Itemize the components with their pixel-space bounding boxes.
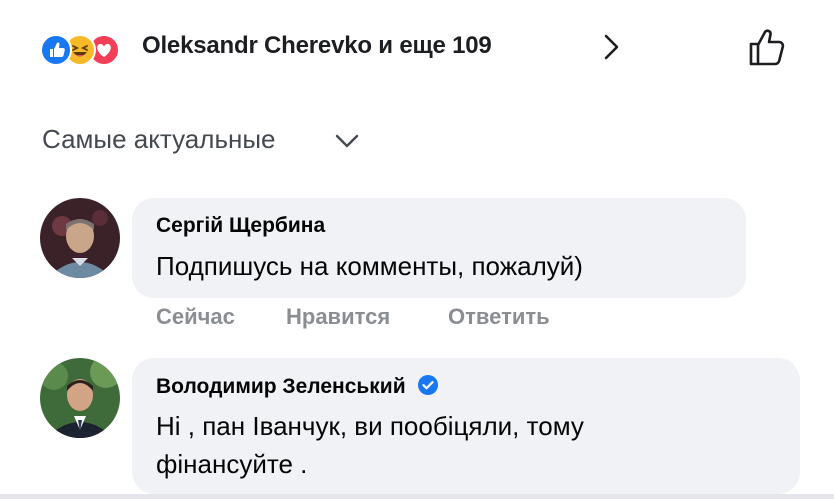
comment-author[interactable]: Сергій Щербина xyxy=(156,214,325,238)
chevron-right-icon[interactable] xyxy=(600,30,624,64)
avatar[interactable] xyxy=(40,198,120,278)
reply-link[interactable]: Ответить xyxy=(448,304,550,330)
divider xyxy=(0,494,834,499)
like-button[interactable] xyxy=(746,28,792,68)
comment-bubble: Сергій Щербина Подпишусь на комменты, по… xyxy=(132,198,746,298)
comment-author[interactable]: Володимир Зеленський xyxy=(156,375,406,398)
comment-1: Сергій Щербина Подпишусь на комменты, по… xyxy=(40,198,746,338)
reaction-icons xyxy=(40,34,136,66)
chevron-down-icon[interactable] xyxy=(334,132,360,152)
thumbs-up-icon xyxy=(749,29,785,66)
verified-badge-icon xyxy=(417,374,439,402)
reactions-summary[interactable]: Oleksandr Cherevko и еще 109 xyxy=(142,32,492,60)
comment-sort-dropdown[interactable]: Самые актуальные xyxy=(42,124,359,158)
avatar[interactable] xyxy=(40,358,120,438)
like-comment-link[interactable]: Нравится xyxy=(286,304,390,330)
comment-2: Володимир Зеленський Ні , пан Іванчук, в… xyxy=(40,358,800,494)
sort-label[interactable]: Самые актуальные xyxy=(42,124,276,154)
comment-text-line-1: Ні , пан Іванчук, ви пообіцяли, тому xyxy=(156,411,584,441)
like-reaction-icon xyxy=(40,34,72,66)
comment-text-line-2: фінансуйте . xyxy=(156,449,308,479)
reactions-bar[interactable]: Oleksandr Cherevko и еще 109 xyxy=(40,28,800,68)
comment-bubble: Володимир Зеленський Ні , пан Іванчук, в… xyxy=(132,358,800,494)
comment-timestamp[interactable]: Сейчас xyxy=(156,304,235,330)
comment-author-row: Володимир Зеленський xyxy=(156,374,439,402)
comment-text: Подпишусь на комменты, пожалуй) xyxy=(156,251,583,281)
